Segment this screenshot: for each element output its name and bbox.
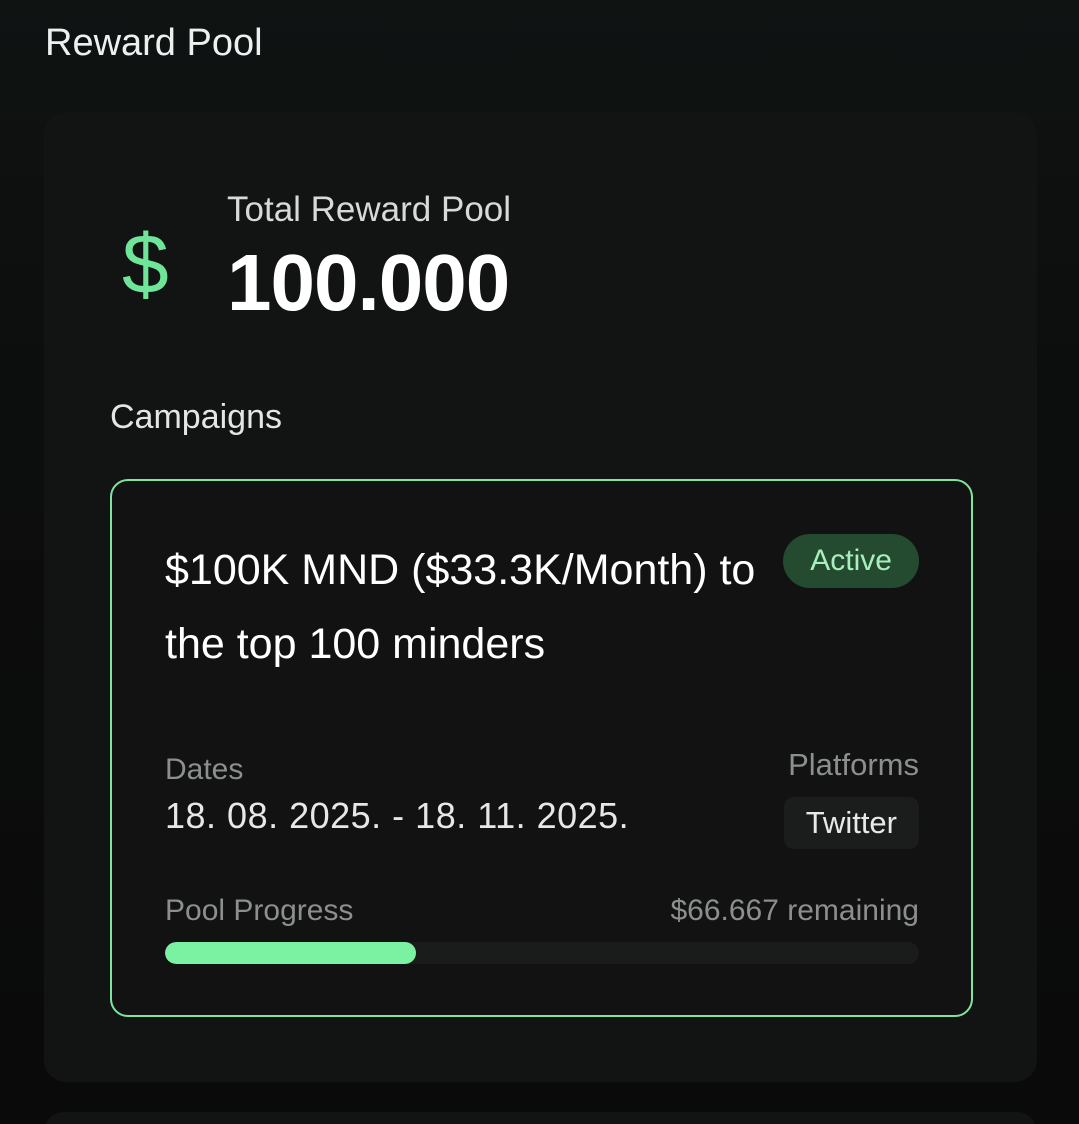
campaign-card[interactable]: $100K MND ($33.3K/Month) to the top 100 … bbox=[110, 479, 973, 1017]
campaigns-heading: Campaigns bbox=[110, 398, 282, 436]
pool-progress-bar bbox=[165, 942, 919, 964]
total-reward-pool: $ Total Reward Pool 100.000 bbox=[122, 190, 511, 328]
dates-label: Dates bbox=[165, 753, 244, 786]
reward-pool-page: Reward Pool $ Total Reward Pool 100.000 … bbox=[0, 0, 1079, 1124]
next-panel bbox=[44, 1112, 1037, 1124]
platform-chip-twitter: Twitter bbox=[783, 797, 919, 849]
status-badge: Active bbox=[783, 534, 919, 588]
pool-remaining-text: $66.667 remaining bbox=[670, 894, 919, 927]
total-reward-pool-value: 100.000 bbox=[227, 238, 510, 327]
reward-pool-panel: $ Total Reward Pool 100.000 Campaigns $1… bbox=[44, 112, 1037, 1082]
pool-progress-label: Pool Progress bbox=[165, 894, 354, 927]
dollar-icon: $ bbox=[122, 217, 169, 311]
total-reward-pool-label: Total Reward Pool bbox=[227, 190, 512, 229]
page-title: Reward Pool bbox=[45, 22, 263, 64]
dates-value: 18. 08. 2025. - 18. 11. 2025. bbox=[165, 795, 630, 836]
pool-progress-fill bbox=[165, 942, 417, 964]
platforms-label: Platforms bbox=[788, 747, 919, 782]
campaign-title: $100K MND ($33.3K/Month) to the top 100 … bbox=[165, 546, 756, 668]
